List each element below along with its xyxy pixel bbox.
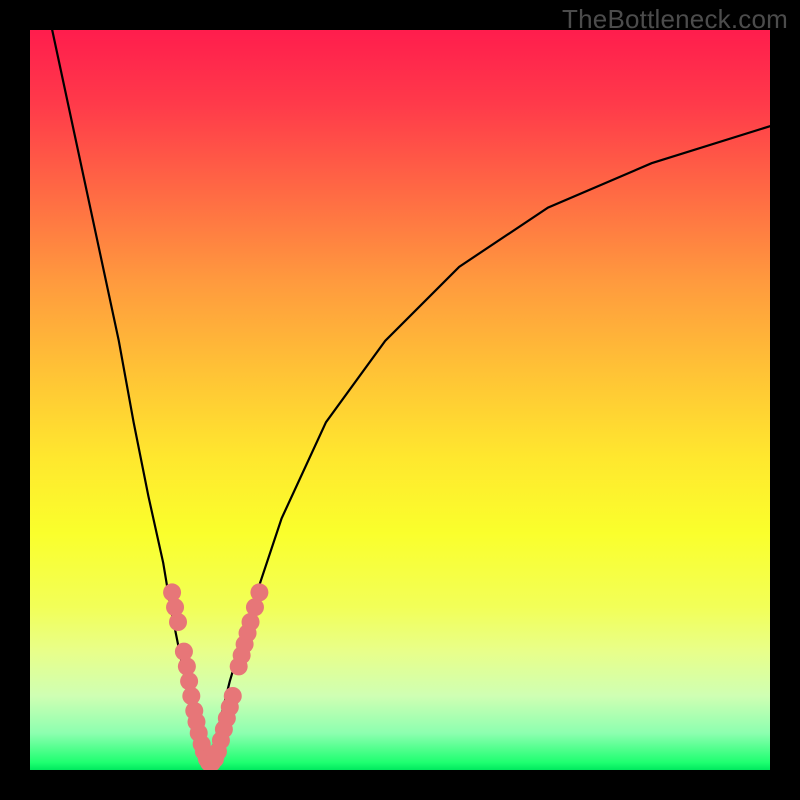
data-marker	[166, 598, 184, 616]
plot-area	[30, 30, 770, 770]
chart-svg	[30, 30, 770, 770]
data-marker	[163, 583, 181, 601]
data-marker	[250, 583, 268, 601]
data-marker	[224, 687, 242, 705]
data-marker	[175, 643, 193, 661]
data-marker	[169, 613, 187, 631]
series-right-branch	[208, 126, 770, 762]
data-marker	[182, 687, 200, 705]
curve-markers	[163, 583, 268, 770]
curve-lines	[52, 30, 770, 763]
chart-frame: TheBottleneck.com	[0, 0, 800, 800]
